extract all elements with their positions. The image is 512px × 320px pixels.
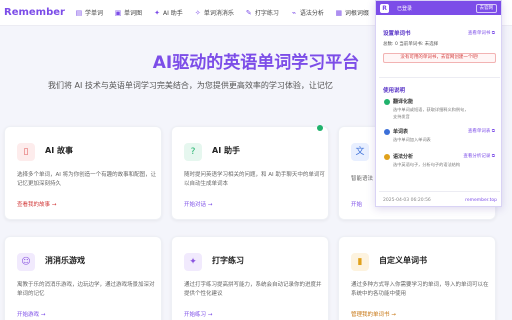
usage-section-title: 使用说明 bbox=[383, 88, 406, 94]
popup-header: R 已登录 去官网 bbox=[376, 1, 501, 15]
sparkle-icon: ✦ bbox=[154, 8, 160, 17]
card-title: 打字练习 bbox=[212, 256, 244, 265]
feature-card-ai-assistant[interactable]: ? AI 助手 随时提问英语学习相关的问题，和 AI 助手聊天中的单词可以自动生… bbox=[171, 126, 329, 220]
extension-popup: R 已登录 去官网 设置单词书 查看单词书 ⧉ 总数: 0 当前单词书: 未选择… bbox=[375, 0, 502, 207]
sparkle-icon: ✦ bbox=[184, 253, 202, 271]
card-description: 通过打字练习提高拼写能力，系统会自动记录你的进度并提供个性化建议 bbox=[184, 282, 322, 297]
nav-item-typing[interactable]: ✎ 打字练习 bbox=[245, 8, 279, 18]
feature-card-match-game[interactable]: ☺ 消消乐游戏 寓教于乐的消消乐游戏，边玩边学，通过游戏场景加深对单词的记忆 开… bbox=[4, 236, 162, 320]
popup-logo: R bbox=[380, 3, 389, 13]
wordlist-icon bbox=[384, 129, 390, 135]
card-link[interactable]: 开始练习 → bbox=[184, 310, 212, 318]
card-link[interactable]: 管理我的单词书 → bbox=[351, 310, 396, 318]
card-link[interactable]: 开始对话 → bbox=[184, 200, 212, 208]
translate-check-icon bbox=[384, 99, 390, 105]
usage-item-desc: 选中单词或短语，获取详细释义和例句， bbox=[393, 107, 469, 112]
login-status: 已登录 bbox=[397, 5, 413, 12]
usage-item-title: 翻译化能 bbox=[393, 99, 414, 105]
usage-item-desc: 选中单词加入单词表 bbox=[393, 137, 431, 142]
feature-card-typing[interactable]: ✦ 打字练习 通过打字练习提高拼写能力，系统会自动记录你的进度并提供个性化建议 … bbox=[171, 236, 329, 320]
nav-item-learn-words[interactable]: ▤ 学单词 bbox=[75, 8, 103, 18]
usage-item-title: 语法分析 bbox=[393, 154, 414, 160]
usage-item-desc: 选中英语句子，分析句子的语法结构 bbox=[393, 162, 461, 167]
card-description: 选择多个单词，AI 将为你创造一个有趣的故事和配图，让记忆更加深刻持久 bbox=[17, 172, 157, 187]
card-description: 随时提问英语学习相关的问题，和 AI 助手聊天中的单词可以自动生成单词本 bbox=[184, 172, 325, 187]
view-analysis-link[interactable]: 查看分析记录 ⧉ bbox=[463, 153, 495, 159]
nav-item-grammar[interactable]: ⌁ 语法分析 bbox=[290, 8, 324, 18]
usage-item-title: 单词表 bbox=[393, 129, 409, 135]
smile-icon: ☺ bbox=[17, 253, 35, 271]
card-description: 寓教于乐的消消乐游戏，边玩边学，通过游戏场景加深对单词的记忆 bbox=[17, 282, 155, 297]
keyboard-icon: ✎ bbox=[245, 8, 252, 17]
wordbook-section-title: 设置单词书 bbox=[383, 31, 411, 37]
card-link[interactable]: 开始 bbox=[351, 200, 362, 208]
nav-item-label: AI 助手 bbox=[163, 10, 183, 17]
card-link[interactable]: 查看我的故事 → bbox=[17, 200, 56, 208]
go-site-button[interactable]: 去官网 bbox=[475, 4, 497, 13]
nav-item-label: 单词图 bbox=[124, 10, 143, 17]
card-title: 自定义单词书 bbox=[379, 256, 427, 265]
tree-icon: ▦ bbox=[335, 8, 343, 17]
nav-item-match-game[interactable]: ✧ 单词消消乐 bbox=[194, 8, 234, 18]
question-icon: ? bbox=[184, 143, 202, 161]
translate-icon: 文 bbox=[351, 143, 369, 161]
card-description: 通过多种方式导入你需要学习的单词，导入的单词可以在系统中的各功能中使用 bbox=[351, 282, 489, 297]
nav-item-label: 词根词缀 bbox=[344, 10, 369, 17]
puzzle-icon: ✧ bbox=[194, 8, 201, 17]
view-wordlist-link[interactable]: 查看单词表 ⧉ bbox=[468, 128, 495, 134]
usage-item-desc: 支持发音 bbox=[393, 114, 410, 119]
status-dot bbox=[317, 125, 323, 131]
chart-icon: ⌁ bbox=[291, 8, 296, 17]
nav-item-label: 打字练习 bbox=[254, 10, 279, 17]
feature-card-wordbook[interactable]: ▮ 自定义单词书 通过多种方式导入你需要学习的单词，导入的单词可以在系统中的各功… bbox=[338, 236, 496, 320]
image-icon: ▣ bbox=[114, 8, 122, 17]
feature-card-ai-story[interactable]: ▯ AI 故事 选择多个单词，AI 将为你创造一个有趣的故事和配图，让记忆更加深… bbox=[4, 126, 162, 220]
view-wordbook-link[interactable]: 查看单词书 ⧉ bbox=[468, 30, 495, 36]
divider bbox=[379, 77, 500, 78]
book-open-icon: ▯ bbox=[17, 143, 35, 161]
no-wordbook-warning[interactable]: 没有可用的单词书，去官网创建一个吧! bbox=[383, 53, 496, 63]
bookmark-icon: ▮ bbox=[351, 253, 369, 271]
book-icon: ▤ bbox=[75, 8, 83, 17]
nav-item-label: 学单词 bbox=[84, 10, 103, 17]
hero-subtitle: 我们将 AI 技术与英语单词学习完美结合，为您提供更高效率的学习体验，让记忆 bbox=[48, 81, 333, 90]
nav-item-ai-assistant[interactable]: ✦ AI 助手 bbox=[153, 8, 183, 18]
timestamp: 2025-04-03 06:20:56 bbox=[383, 198, 431, 203]
divider bbox=[379, 191, 500, 192]
grammar-icon bbox=[384, 154, 390, 160]
card-link[interactable]: 开始游戏 → bbox=[17, 310, 45, 318]
wordbook-stats: 总数: 0 当前单词书: 未选择 bbox=[383, 42, 439, 47]
nav-item-label: 语法分析 bbox=[299, 10, 324, 17]
card-title: AI 助手 bbox=[212, 146, 240, 155]
site-link[interactable]: remember.top bbox=[465, 198, 497, 203]
card-title: AI 故事 bbox=[45, 146, 73, 155]
nav-item-word-image[interactable]: ▣ 单词图 bbox=[114, 8, 143, 18]
nav-item-roots[interactable]: ▦ 词根词缀 bbox=[335, 8, 369, 18]
nav-item-label: 单词消消乐 bbox=[203, 10, 234, 17]
brand-logo[interactable]: Remember bbox=[4, 7, 65, 18]
card-title: 消消乐游戏 bbox=[45, 256, 85, 265]
